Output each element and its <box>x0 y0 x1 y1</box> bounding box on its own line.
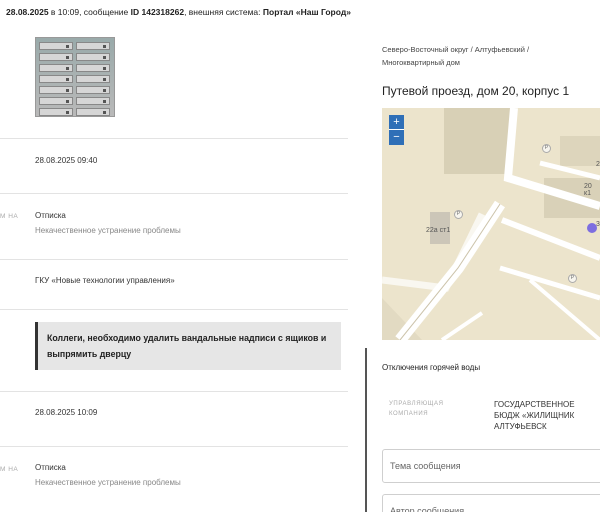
map[interactable]: + − 22а ст1 20 к1 2 3 P P P <box>382 108 600 340</box>
created-row: 28.08.2025 09:40 <box>0 139 348 194</box>
reply-reason-1: Некачественное устранение проблемы <box>35 226 181 235</box>
hot-water-outage-title: Отключения горячей воды <box>382 363 481 372</box>
author-input[interactable]: Автор сообщения <box>382 494 600 512</box>
created-date: 28.08.2025 09:40 <box>35 156 98 165</box>
zoom-out-button[interactable]: − <box>389 130 404 145</box>
map-label-20k1: 20 к1 <box>584 183 592 197</box>
header-system-prefix: , внешняя система: <box>184 7 261 17</box>
attachment-photo[interactable] <box>35 37 115 117</box>
updated-date: 28.08.2025 10:09 <box>35 408 98 417</box>
reply-row-2: М НА Отписка Некачественное устранение п… <box>0 447 348 512</box>
parking-icon: P <box>568 274 577 283</box>
organization-row: ГКУ «Новые технологии управления» <box>0 260 348 310</box>
header-date: 28.08.2025 <box>6 7 49 17</box>
map-label-22a: 22а ст1 <box>426 227 451 234</box>
parking-icon: P <box>454 210 463 219</box>
map-zoom-control[interactable]: + − <box>389 115 404 145</box>
reply-type-2: Отписка <box>35 463 66 472</box>
photo-row <box>0 26 348 139</box>
organization-name: ГКУ «Новые технологии управления» <box>35 276 175 285</box>
map-canvas <box>382 108 600 340</box>
zoom-in-button[interactable]: + <box>389 115 404 130</box>
header-message-id: ID 142318262 <box>130 7 185 17</box>
reply-label-2: М НА <box>0 466 19 473</box>
breadcrumb: Северо-Восточный округ / Алтуфьевский / … <box>382 45 530 67</box>
location-pin-icon[interactable] <box>587 223 597 233</box>
message-header: 28.08.2025 в 10:09, сообщение ID 1423182… <box>0 0 600 26</box>
map-label-partial-1: 2 <box>596 161 600 168</box>
comment-text: Коллеги, необходимо удалить вандальные н… <box>35 322 341 370</box>
manager-label: УПРАВЛЯЮЩАЯ КОМПАНИЯ <box>389 401 444 417</box>
object-address: Путевой проезд, дом 20, корпус 1 <box>382 84 570 98</box>
object-panel: Северо-Восточный округ / Алтуфьевский / … <box>382 26 600 512</box>
reply-label-1: М НА <box>0 213 19 220</box>
header-system: Портал «Наш Город» <box>262 7 351 17</box>
reply-type-1: Отписка <box>35 211 66 220</box>
scrollbar[interactable] <box>365 348 367 512</box>
updated-row: 28.08.2025 10:09 <box>0 392 348 447</box>
header-time-prefix: в 10:09, сообщение <box>50 7 129 17</box>
parking-icon: P <box>542 144 551 153</box>
comment-row: Коллеги, необходимо удалить вандальные н… <box>0 310 348 392</box>
reply-row-1: М НА Отписка Некачественное устранение п… <box>0 194 348 260</box>
message-details: 28.08.2025 09:40 М НА Отписка Некачестве… <box>0 26 366 512</box>
manager-value: ГОСУДАРСТВЕННОЕ БЮДЖ «ЖИЛИЩНИК АЛТУФЬЕВС… <box>494 400 575 431</box>
subject-input[interactable]: Тема сообщения <box>382 449 600 483</box>
reply-reason-2: Некачественное устранение проблемы <box>35 478 181 487</box>
